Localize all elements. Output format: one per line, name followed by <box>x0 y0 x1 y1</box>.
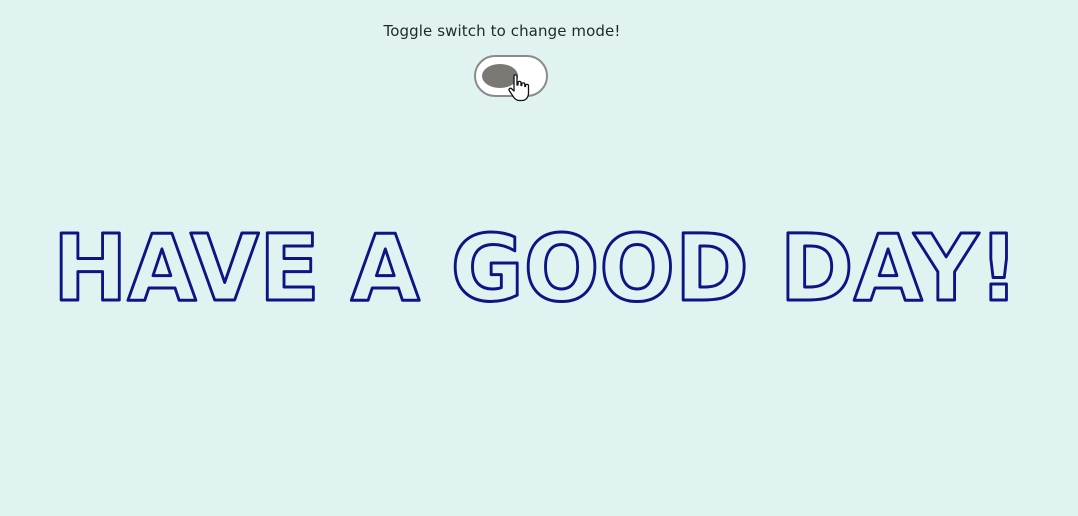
toggle-instruction-text: Toggle switch to change mode! <box>383 22 621 40</box>
hand-pointer-icon <box>508 74 530 102</box>
greeting-headline: HAVE A GOOD DAY! <box>0 218 1078 318</box>
page: Toggle switch to change mode! HAVE A GOO… <box>0 0 1078 516</box>
greeting-headline-text: HAVE A GOOD DAY! <box>53 218 1019 318</box>
